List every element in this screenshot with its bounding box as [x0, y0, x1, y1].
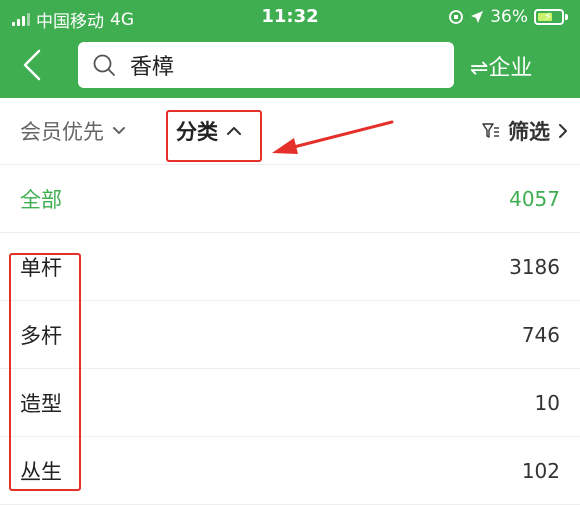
category-count: 102 — [521, 458, 560, 483]
search-icon — [93, 54, 115, 76]
rotation-lock-icon — [449, 10, 464, 24]
search-box[interactable] — [78, 42, 454, 88]
chevron-right-icon — [559, 124, 567, 138]
filter-icon — [482, 123, 499, 138]
status-bar: 中国移动 4G 11:32 36% ⚡ — [0, 0, 580, 34]
back-button[interactable] — [12, 43, 52, 87]
chevron-left-icon — [23, 49, 41, 81]
screen-label: 筛选 — [508, 120, 550, 144]
category-count: 10 — [534, 390, 560, 415]
battery-icon: ⚡ — [534, 9, 568, 25]
member-priority-label: 会员优先 — [20, 120, 104, 144]
category-name: 全部 — [20, 187, 62, 212]
annotation-arrow-icon — [272, 120, 394, 154]
category-row-multi[interactable]: 多杆 746 — [0, 301, 580, 369]
switch-enterprise-button[interactable]: ⇌企业 — [470, 47, 570, 85]
status-right: 36% ⚡ — [448, 7, 568, 27]
annotation-box-category — [166, 110, 262, 162]
battery-percent: 36% — [490, 7, 528, 27]
location-icon — [471, 11, 484, 23]
annotation-box-list — [9, 253, 81, 491]
category-row-single[interactable]: 单杆 3186 — [0, 233, 580, 301]
chevron-down-icon — [113, 127, 125, 134]
search-input[interactable] — [130, 52, 430, 78]
top-header: 中国移动 4G 11:32 36% ⚡ 香樟 ⇌企业 — [0, 0, 580, 98]
category-count: 3186 — [509, 254, 560, 279]
category-row-all[interactable]: 全部 4057 — [0, 165, 580, 233]
category-list: 全部 4057 单杆 3186 多杆 746 造型 10 丛生 102 — [0, 165, 580, 505]
category-count: 4057 — [509, 186, 560, 211]
screen-filter[interactable]: 筛选 — [482, 98, 568, 164]
category-row-shaped[interactable]: 造型 10 — [0, 369, 580, 437]
member-priority-filter[interactable]: 会员优先 — [20, 98, 126, 164]
category-count: 746 — [521, 322, 560, 347]
